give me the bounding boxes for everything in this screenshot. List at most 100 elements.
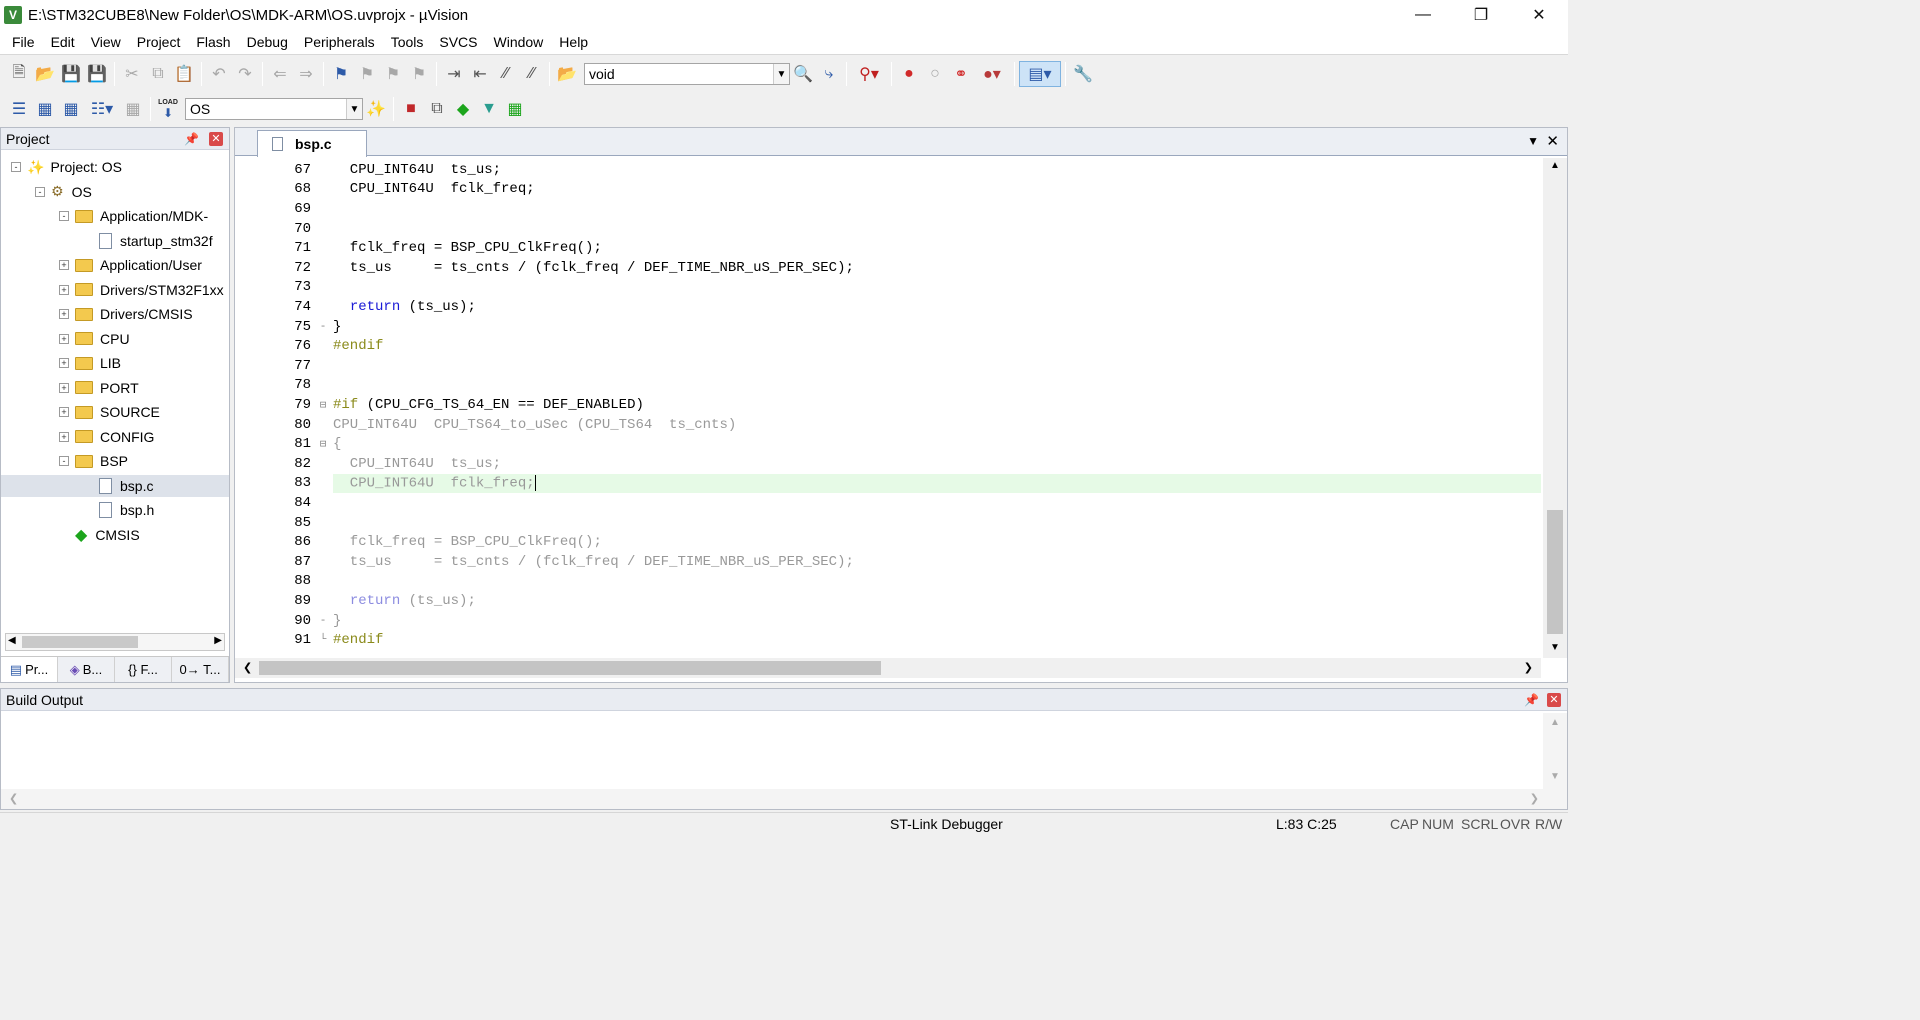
code-line[interactable]: 73	[235, 278, 1541, 298]
close-panel-icon[interactable]: ✕	[1547, 692, 1561, 707]
copy-icon[interactable]: ⧉	[145, 61, 171, 87]
scroll-up-icon[interactable]: ▲	[1550, 160, 1560, 171]
menu-tools[interactable]: Tools	[383, 34, 432, 50]
menu-file[interactable]: File	[4, 34, 43, 50]
vertical-scroll-thumb[interactable]	[1547, 510, 1563, 634]
scroll-down-icon[interactable]: ▼	[1550, 771, 1560, 782]
menu-debug[interactable]: Debug	[239, 34, 296, 50]
collapse-icon[interactable]: -	[11, 162, 21, 172]
manage-project-items-icon[interactable]: ■	[398, 96, 424, 122]
collapse-icon[interactable]: -	[59, 211, 69, 221]
tree-node[interactable]: + LIB	[59, 352, 121, 374]
code-line[interactable]: 90-}	[235, 611, 1541, 631]
code-line[interactable]: 81 ⊟{	[235, 434, 1541, 454]
navigate-back-icon[interactable]: ⇐	[267, 61, 293, 87]
tree-node[interactable]: - BSP	[59, 450, 128, 472]
tree-node[interactable]: + CONFIG	[59, 426, 154, 448]
pin-icon[interactable]: 📌	[184, 132, 199, 146]
code-line[interactable]: 84	[235, 493, 1541, 513]
download-icon[interactable]: LOAD ⬇	[155, 96, 181, 122]
build-output-vertical-scrollbar[interactable]: ▲ ▼	[1543, 713, 1567, 789]
code-line[interactable]: 77	[235, 356, 1541, 376]
bookmark-clear-icon[interactable]: ⚑	[406, 61, 432, 87]
code-line[interactable]: 70	[235, 219, 1541, 239]
code-line[interactable]: 67 CPU_INT64U ts_us;	[235, 160, 1541, 180]
code-line[interactable]: 91 └ #endif	[235, 630, 1541, 650]
bookmark-next-icon[interactable]: ⚑	[380, 61, 406, 87]
code-line[interactable]: 78	[235, 376, 1541, 396]
tree-node[interactable]: bsp.h	[83, 499, 154, 521]
minimize-button[interactable]: —	[1394, 0, 1452, 30]
menu-flash[interactable]: Flash	[188, 34, 238, 50]
collapse-icon[interactable]: -	[35, 186, 45, 197]
expand-icon[interactable]: +	[59, 284, 69, 295]
fold-toggle-icon[interactable]: ⊟	[313, 398, 333, 412]
chevron-down-icon[interactable]: ▼	[346, 99, 362, 119]
scroll-right-icon[interactable]: ▶	[214, 635, 222, 646]
find-combo[interactable]: void ▼	[584, 63, 790, 85]
code-line[interactable]: 75-}	[235, 317, 1541, 337]
find-icon[interactable]: 🔍	[790, 61, 816, 87]
find-in-files-icon[interactable]: 📂	[554, 61, 580, 87]
build-icon[interactable]: ▦	[32, 96, 58, 122]
tab-project[interactable]: ▤ Pr...	[1, 657, 58, 682]
code-line[interactable]: 74 return (ts_us);	[235, 297, 1541, 317]
unindent-icon[interactable]: ⇤	[467, 61, 493, 87]
code-line[interactable]: 79 ⊟ #if (CPU_CFG_TS_64_EN == DEF_ENABLED)	[235, 395, 1541, 415]
undo-icon[interactable]: ↶	[206, 61, 232, 87]
code-line[interactable]: 76 #endif	[235, 336, 1541, 356]
code-line[interactable]: 80 CPU_INT64U CPU_TS64_to_uSec (CPU_TS64 …	[235, 415, 1541, 435]
comment-icon[interactable]: ⁄⁄	[493, 61, 519, 87]
chevron-down-icon[interactable]: ▼	[773, 64, 789, 84]
code-line[interactable]: 86 fclk_freq = BSP_CPU_ClkFreq();	[235, 532, 1541, 552]
expand-icon[interactable]: +	[59, 260, 69, 270]
tab-bsp-c[interactable]: bsp.c	[257, 130, 367, 157]
fold-toggle-icon[interactable]: ⊟	[313, 437, 333, 451]
uncomment-icon[interactable]: ⁄⁄	[519, 61, 545, 87]
indent-icon[interactable]: ⇥	[441, 61, 467, 87]
select-software-packs-icon[interactable]: ▼	[476, 96, 502, 122]
code-line[interactable]: 88	[235, 572, 1541, 592]
editor-horizontal-scrollbar[interactable]: ❮ ❯	[235, 658, 1541, 678]
menu-help[interactable]: Help	[551, 34, 596, 50]
tree-node[interactable]: + CPU	[59, 328, 130, 350]
window-layout-icon[interactable]: ▤▾	[1019, 61, 1061, 87]
code-line[interactable]: 89 return (ts_us);	[235, 591, 1541, 611]
code-view[interactable]: 67 CPU_INT64U ts_us; 68 CPU_INT64U fclk_f…	[235, 158, 1541, 658]
tree-node[interactable]: + Drivers/STM32F1xx	[59, 279, 224, 301]
target-options-icon[interactable]: ✨	[363, 96, 389, 122]
pack-installer-icon[interactable]: ▦	[502, 96, 528, 122]
rebuild-icon[interactable]: ▦	[58, 96, 84, 122]
debug-session-icon[interactable]: ⚲▾	[851, 61, 887, 87]
scroll-left-icon[interactable]: ◀	[8, 635, 16, 646]
scroll-left-icon[interactable]: ❮	[9, 792, 18, 805]
save-all-icon[interactable]: 💾	[84, 61, 110, 87]
tree-node[interactable]: - ⚙ OS	[35, 181, 92, 203]
tree-node[interactable]: - Application/MDK-	[59, 205, 208, 227]
code-line[interactable]: 72 ts_us = ts_cnts / (fclk_freq / DEF_TI…	[235, 258, 1541, 278]
scroll-down-icon[interactable]: ▼	[1550, 642, 1560, 653]
expand-icon[interactable]: +	[59, 333, 69, 344]
kill-all-breakpoints-icon[interactable]: ●▾	[974, 61, 1010, 87]
code-line[interactable]: 87 ts_us = ts_cnts / (fclk_freq / DEF_TI…	[235, 552, 1541, 572]
close-panel-icon[interactable]: ✕	[209, 131, 223, 146]
batch-build-icon[interactable]: ☷▾	[84, 96, 120, 122]
close-tab-icon[interactable]: ✕	[1546, 132, 1559, 150]
new-file-icon[interactable]: 🗎	[6, 61, 32, 87]
build-output-horizontal-scrollbar[interactable]: ❮ ❯	[1, 789, 1567, 809]
navigate-forward-icon[interactable]: ⇒	[293, 61, 319, 87]
cut-icon[interactable]: ✂	[119, 61, 145, 87]
tab-list-dropdown-icon[interactable]: ▼	[1527, 134, 1539, 148]
tree-node[interactable]: + Drivers/CMSIS	[59, 303, 193, 325]
code-line[interactable]: 83 CPU_INT64U fclk_freq;	[235, 474, 1541, 494]
code-line[interactable]: 71 fclk_freq = BSP_CPU_ClkFreq();	[235, 238, 1541, 258]
configure-icon[interactable]: 🔧	[1070, 61, 1096, 87]
tree-node[interactable]: - ✨ Project: OS	[11, 156, 122, 178]
paste-icon[interactable]: 📋	[171, 61, 197, 87]
insert-breakpoint-icon[interactable]: ●	[896, 61, 922, 87]
horizontal-scroll-thumb[interactable]	[259, 661, 881, 675]
menu-view[interactable]: View	[83, 34, 129, 50]
code-line[interactable]: 69	[235, 199, 1541, 219]
manage-run-time-environment-icon[interactable]: ◆	[450, 96, 476, 122]
collapse-icon[interactable]: -	[59, 456, 69, 466]
